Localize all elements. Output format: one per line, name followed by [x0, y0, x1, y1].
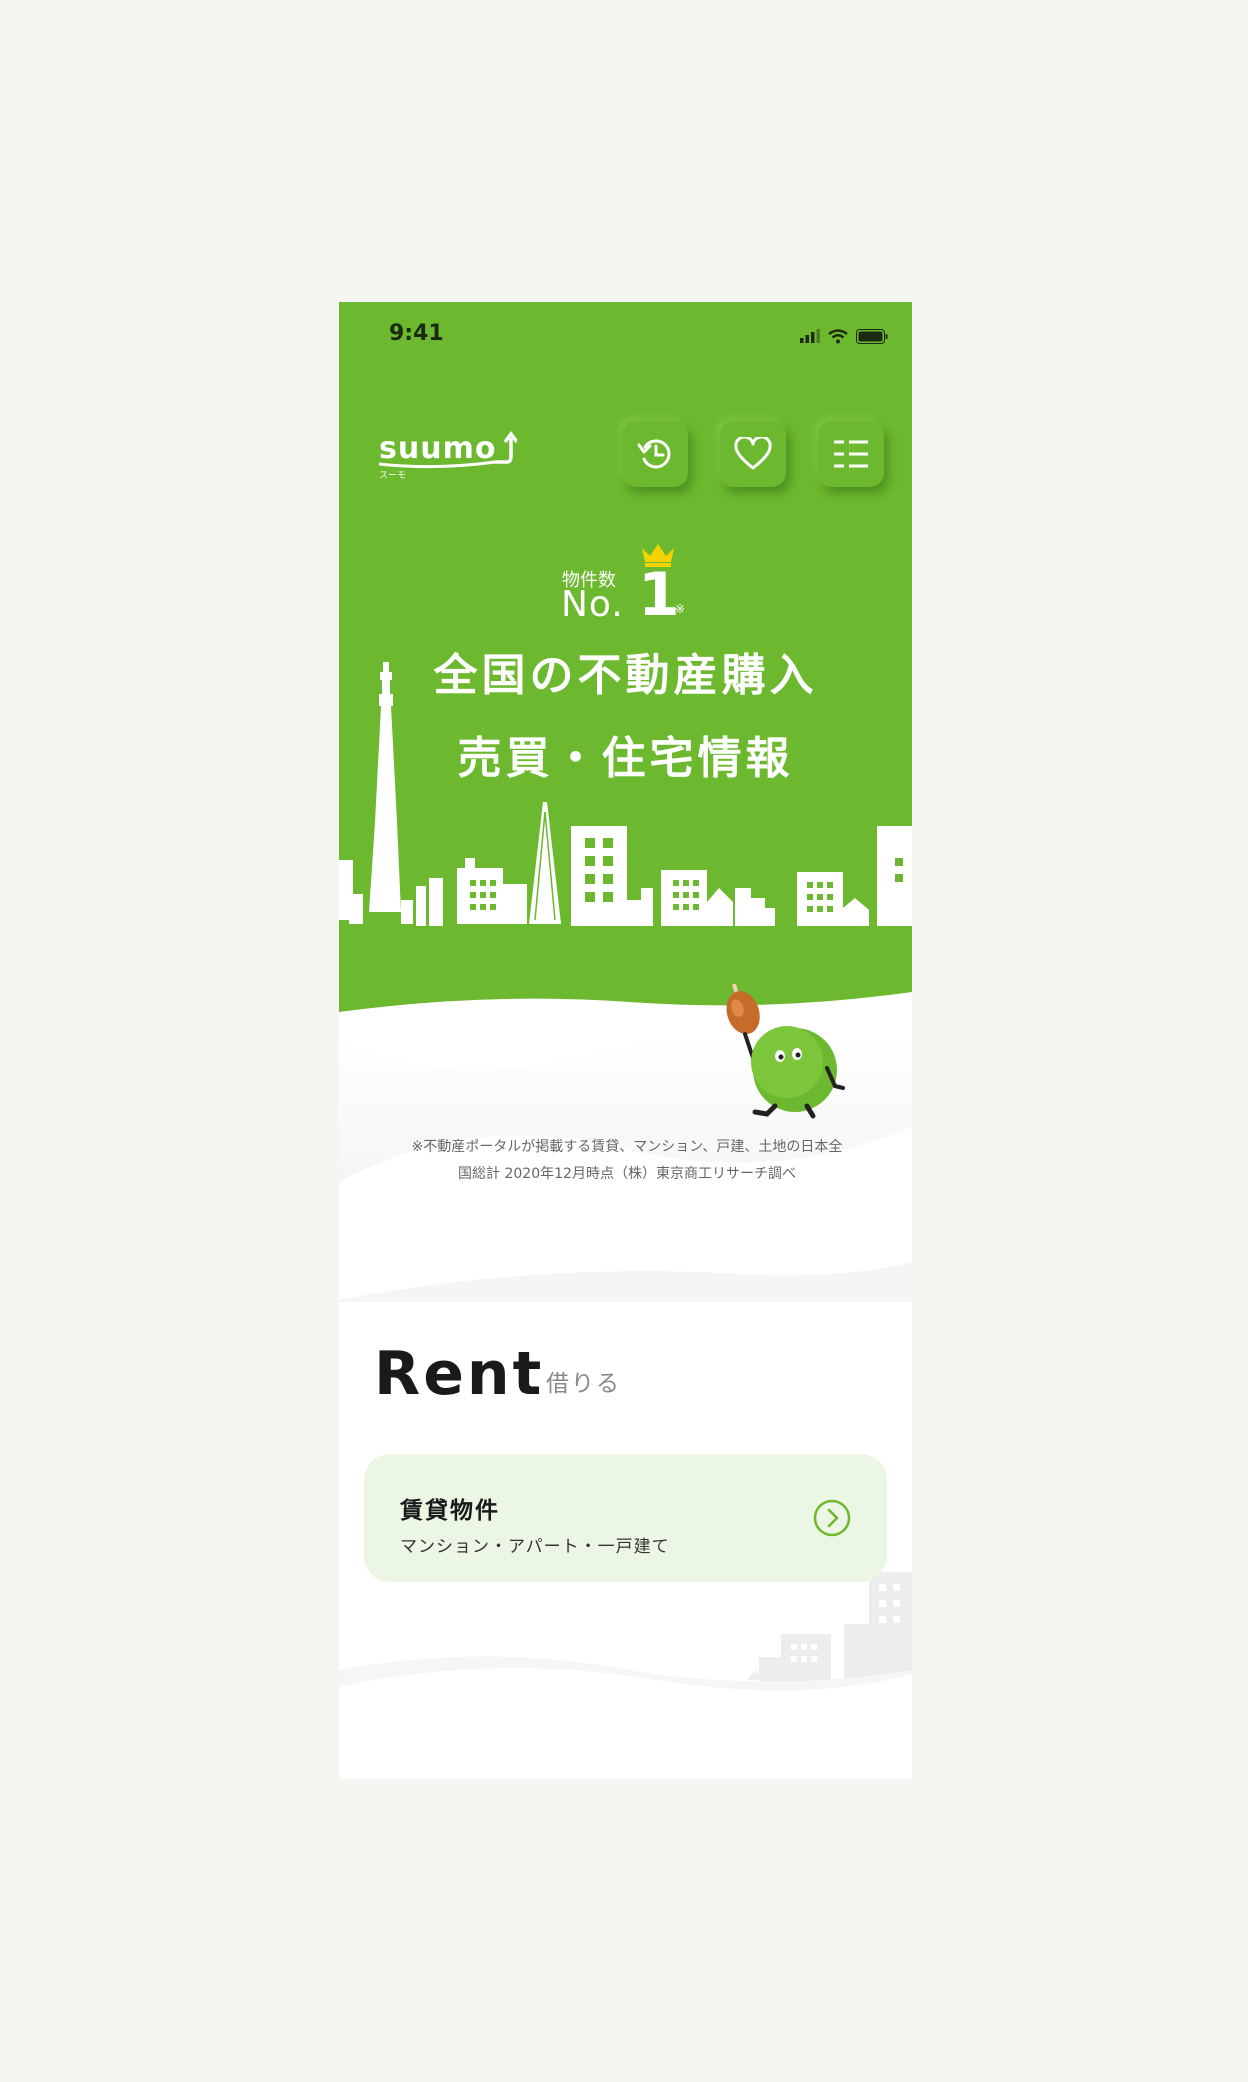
badge-note-mark: ※: [675, 602, 686, 616]
svg-text:スーモ: スーモ: [379, 471, 406, 480]
svg-text:suumo: suumo: [379, 431, 496, 466]
card-subtitle: マンション・アパート・一戸建て: [400, 1537, 670, 1557]
card-title: 賃貸物件: [400, 1498, 500, 1524]
footnote-line2: 国総計 2020年12月時点（株）東京商工リサーチ調べ: [458, 1166, 796, 1182]
footnote-line1: ※不動産ポータルが掲載する賃貸、マンション、戸建、土地の日本全: [411, 1139, 843, 1155]
suumo-logo[interactable]: suumo スーモ: [377, 430, 519, 484]
rent-section-title: Rent: [374, 1339, 545, 1409]
status-icons: [800, 328, 888, 344]
heart-icon: [734, 437, 772, 470]
battery-icon: [856, 328, 888, 344]
phone-screen: 9:41 suumo スーモ 物件数 No. 1 ※ 全国の不動産購入 売買・住…: [339, 302, 912, 1779]
menu-button[interactable]: [818, 421, 884, 487]
signal-icon: [800, 329, 820, 343]
chevron-right-circle-icon[interactable]: [813, 1499, 851, 1537]
badge-no: No.: [561, 584, 624, 625]
history-button[interactable]: [622, 421, 688, 487]
suumo-mascot-illustration: [726, 983, 845, 1119]
rent-section-subtitle: 借りる: [546, 1371, 621, 1397]
status-time: 9:41: [389, 321, 444, 346]
rental-property-card[interactable]: 賃貸物件 マンション・アパート・一戸建て: [364, 1454, 887, 1582]
menu-list-icon: [834, 440, 868, 468]
grey-city-illustration: [339, 1572, 912, 1779]
footnote: ※不動産ポータルが掲載する賃貸、マンション、戸建、土地の日本全 国総計 2020…: [367, 1134, 887, 1188]
badge-rank: 1: [638, 560, 680, 630]
wifi-icon: [828, 328, 848, 343]
favorite-button[interactable]: [720, 421, 786, 487]
history-icon: [637, 439, 671, 469]
